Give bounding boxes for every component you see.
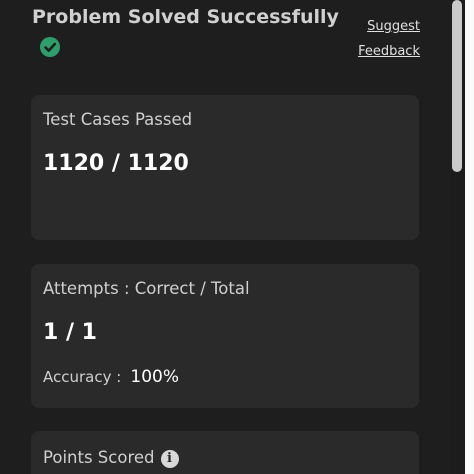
suggest-link[interactable]: Suggest xyxy=(367,19,420,34)
attempts-value: 1 / 1 xyxy=(43,320,97,345)
window-edge xyxy=(465,0,474,474)
attempts-card: Attempts : Correct / Total 1 / 1 Accurac… xyxy=(31,264,419,408)
points-card: Points Scored i xyxy=(31,431,419,474)
attempts-label: Attempts : Correct / Total xyxy=(43,279,250,298)
page-title: Problem Solved Successfully xyxy=(32,6,339,28)
points-label-row: Points Scored i xyxy=(43,448,179,468)
test-cases-card: Test Cases Passed 1120 / 1120 xyxy=(31,95,419,240)
info-icon[interactable]: i xyxy=(160,450,179,468)
test-cases-label: Test Cases Passed xyxy=(43,110,193,129)
test-cases-value: 1120 / 1120 xyxy=(43,151,189,176)
scrollbar-thumb[interactable] xyxy=(452,0,462,172)
accuracy-row: Accuracy : 100% xyxy=(43,367,179,387)
check-circle-icon xyxy=(40,37,60,57)
results-panel: Problem Solved Successfully Suggest Feed… xyxy=(0,0,474,474)
points-label: Points Scored xyxy=(43,448,155,467)
feedback-link[interactable]: Feedback xyxy=(358,44,420,59)
accuracy-value: 100% xyxy=(130,367,180,387)
accuracy-label: Accuracy : xyxy=(43,368,122,386)
